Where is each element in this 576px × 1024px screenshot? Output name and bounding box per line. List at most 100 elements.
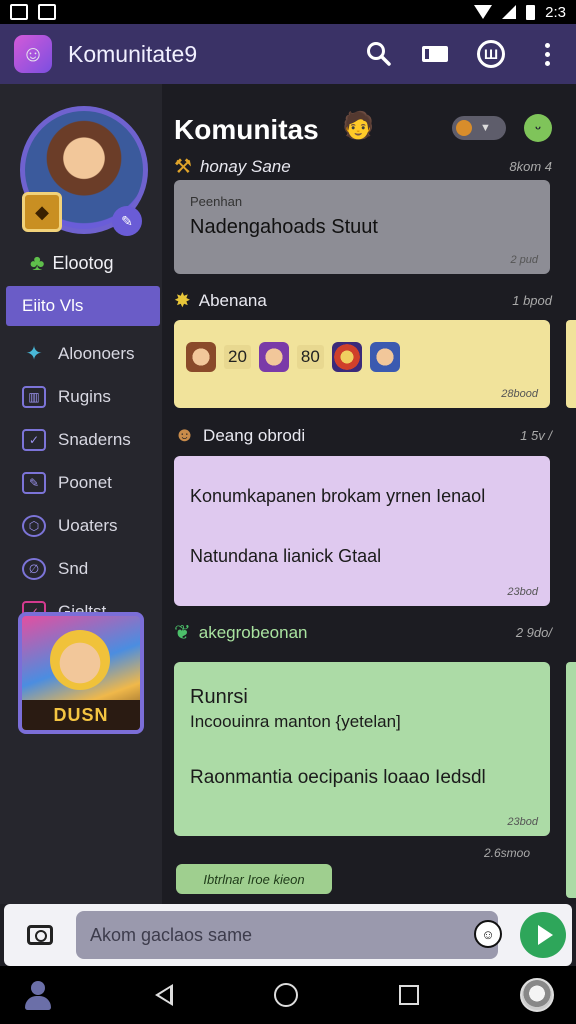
filter-toggle[interactable]: ▼ <box>452 116 506 140</box>
sidebar-nav: Eiito Vls ✦ Aloonoers ▥ Rugins ✓ Snadern… <box>6 286 160 633</box>
message-subtitle: Peenhan <box>190 194 243 209</box>
community-feed[interactable]: Komunitas 🧑 ▼ ᵕ ⚒ honay Sane 8kom 4 Peen… <box>162 84 576 904</box>
signal-icon <box>502 5 517 19</box>
send-icon <box>537 925 553 945</box>
post-author: akegrobeonan <box>198 622 308 642</box>
post-time: 1 bpod <box>512 293 552 308</box>
coin-icon <box>456 120 472 136</box>
notification-icon <box>10 4 28 20</box>
message-meta: 23bod <box>507 586 538 598</box>
score-row: 20 80 <box>186 342 400 372</box>
game-card-label: DUSN <box>22 700 140 730</box>
sidebar-item-label: Rugins <box>58 386 111 406</box>
sidebar-item-6[interactable]: ∅ Snd <box>6 547 160 590</box>
recents-button[interactable] <box>399 985 419 1005</box>
post-author: Abenana <box>198 290 267 310</box>
message-input[interactable] <box>76 911 498 959</box>
post-time: 2.6smoo <box>484 846 531 860</box>
search-button[interactable] <box>364 39 394 69</box>
edit-profile-button[interactable]: ✎ <box>112 206 142 236</box>
edit-square-icon: ✎ <box>22 471 46 494</box>
profile-name: ♣ Elootog <box>30 250 114 275</box>
system-nav-bar <box>0 966 576 1024</box>
message-text: Natundana lianick Gtaal <box>190 546 382 566</box>
game-card[interactable]: DUSN <box>18 612 144 734</box>
score-value: 80 <box>296 345 324 369</box>
score-value: 20 <box>224 345 251 369</box>
leaf-icon: ❦ <box>174 622 191 644</box>
player-avatar[interactable] <box>369 342 400 372</box>
sidebar-item-3[interactable]: ✓ Snaderns <box>6 418 160 461</box>
camera-icon <box>27 925 53 945</box>
sidebar: ◆ ✎ ♣ Elootog Eiito Vls ✦ Aloonoers ▥ Ru… <box>0 84 162 904</box>
next-card-edge <box>566 662 576 898</box>
back-button[interactable] <box>155 984 173 1006</box>
status-bar: 2:3 <box>0 0 576 24</box>
emoji-button[interactable]: ☺ <box>474 920 502 948</box>
grid-icon: ▥ <box>22 385 46 408</box>
link-icon: ∅ <box>22 557 46 580</box>
contacts-button[interactable] <box>22 979 54 1011</box>
more-vert-icon <box>544 42 550 66</box>
post-author: Deang obrodi <box>203 425 306 445</box>
emoji-status-button[interactable]: ᵕ <box>524 114 552 142</box>
sidebar-item-5[interactable]: ⬡ Uoaters <box>6 504 160 547</box>
sidebar-item-4[interactable]: ✎ Poonet <box>6 461 160 504</box>
message-meta: 23bod <box>507 816 538 828</box>
player-avatar[interactable] <box>186 342 216 372</box>
post-header[interactable]: ❦ akegrobeonan 2 9do/ <box>174 620 552 645</box>
message-composer: ☺ <box>4 904 572 966</box>
rank-badge-icon: ◆ <box>22 192 62 232</box>
sidebar-item-1[interactable]: ✦ Aloonoers <box>6 332 160 375</box>
message-bubble[interactable]: Peenhan Nadengahoads Stuut 2 pud <box>174 180 550 274</box>
account-avatar[interactable] <box>520 978 554 1012</box>
home-button[interactable] <box>274 983 298 1007</box>
sidebar-item-label: Snd <box>58 558 89 578</box>
message-meta: 2 pud <box>510 254 538 266</box>
sidebar-item-label: Aloonoers <box>58 343 135 363</box>
chevron-down-icon: ▼ <box>480 122 491 134</box>
game-hero-image <box>50 630 110 690</box>
post-header[interactable]: ✸ Abenana 1 bpod <box>174 288 552 313</box>
app-title: Komunitate9 <box>68 40 198 67</box>
clover-icon: ♣ <box>30 250 45 275</box>
app-logo-icon[interactable]: ☺ <box>14 35 52 73</box>
search-icon <box>367 42 391 66</box>
message-meta: 28bood <box>501 388 538 400</box>
post-header[interactable]: ⚒ honay Sane 8kom 4 <box>174 154 552 179</box>
reply-preview[interactable]: Ibtrlnar Iroe kieon <box>176 864 332 894</box>
hammer-icon: ⚒ <box>174 156 192 178</box>
cards-icon <box>422 46 448 62</box>
camera-button[interactable] <box>4 904 76 966</box>
message-text: Nadengahoads Stuut <box>190 216 378 238</box>
player-avatar[interactable] <box>258 342 289 372</box>
send-button[interactable] <box>520 912 566 958</box>
post-time: 8kom 4 <box>509 159 552 174</box>
sidebar-item-label: Poonet <box>58 472 112 492</box>
post-author: honay Sane <box>199 156 291 176</box>
message-bubble[interactable]: Runrsi Incoouinra manton {yetelan] Raonm… <box>174 662 550 836</box>
profile-ring-button[interactable]: Ш <box>476 39 506 69</box>
message-text: Raonmantia oecipanis loaao Iedsdl <box>190 767 486 788</box>
post-time: 1 5v / <box>520 428 552 443</box>
avatar-icon: ☻ <box>174 424 196 446</box>
status-time: 2:3 <box>545 3 566 21</box>
app-bar: ☺ Komunitate9 Ш <box>0 24 576 84</box>
message-bubble[interactable]: Konumkapanen brokam yrnen Ienaol Natunda… <box>174 456 550 606</box>
next-card-edge <box>566 320 576 408</box>
message-text: Konumkapanen brokam yrnen Ienaol <box>190 486 486 506</box>
sidebar-item-label: Uoaters <box>58 515 118 535</box>
post-header[interactable]: ☻ Deang obrodi 1 5v / <box>174 424 552 447</box>
cards-button[interactable] <box>420 39 450 69</box>
user-ring-icon: Ш <box>477 40 505 68</box>
page-title: Komunitas <box>174 114 319 145</box>
player-avatar[interactable] <box>331 342 362 372</box>
image-notification-icon <box>38 4 56 20</box>
message-bubble[interactable]: 20 80 28bood <box>174 320 550 408</box>
message-text: Incoouinra manton {yetelan] <box>190 712 401 731</box>
battery-icon <box>526 4 536 20</box>
post-time: 2 9do/ <box>515 625 552 640</box>
sidebar-item-0[interactable]: Eiito Vls <box>6 286 160 326</box>
more-menu-button[interactable] <box>532 39 562 69</box>
sidebar-item-2[interactable]: ▥ Rugins <box>6 375 160 418</box>
